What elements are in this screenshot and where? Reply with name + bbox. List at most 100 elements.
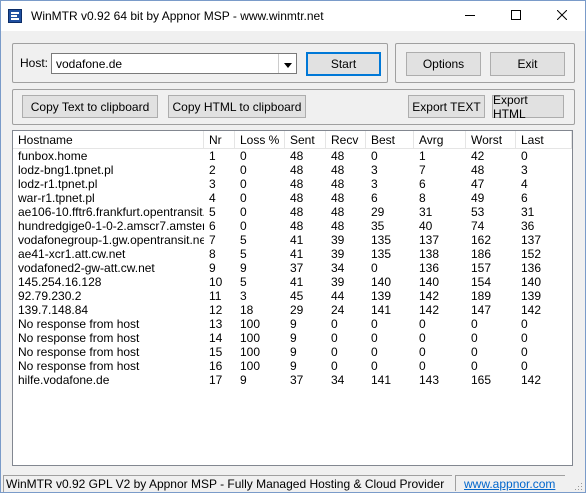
copy-html-button[interactable]: Copy HTML to clipboard xyxy=(168,95,306,118)
col-sent-cell: 9 xyxy=(290,359,297,373)
col-recv-cell: 0 xyxy=(331,331,338,345)
col-loss-cell: 18 xyxy=(240,303,254,317)
col-best-header[interactable]: Best xyxy=(366,131,414,148)
col-recv-cell: 48 xyxy=(331,219,345,233)
col-nr-cell: 17 xyxy=(209,373,223,387)
col-nr-cell: 1 xyxy=(209,149,216,163)
col-recv-cell: 39 xyxy=(331,233,345,247)
col-sent-cell: 48 xyxy=(290,219,304,233)
col-hostname-cell: No response from host xyxy=(18,359,140,373)
col-loss-cell: 0 xyxy=(240,177,247,191)
col-nr-cell: 9 xyxy=(209,261,216,275)
title-bar[interactable]: WinMTR v0.92 64 bit by Appnor MSP - www.… xyxy=(1,1,585,31)
col-avrg-cell: 40 xyxy=(419,219,433,233)
col-loss-cell: 5 xyxy=(240,233,247,247)
table-row[interactable]: 92.79.230.2 11 3 45 44 139 142 189 139 xyxy=(13,289,572,303)
table-row[interactable]: ae41-xcr1.att.cw.net 8 5 41 39 135 138 186 152 xyxy=(13,247,572,261)
table-row[interactable]: No response from host 14 100 9 0 0 0 0 0 xyxy=(13,331,572,345)
maximize-button[interactable] xyxy=(493,1,539,31)
host-input[interactable] xyxy=(54,55,278,72)
col-best-cell: 6 xyxy=(371,191,378,205)
host-combo[interactable] xyxy=(51,53,297,74)
results-list[interactable]: Hostname Nr Loss % Sent Recv Best Avrg Worst Las… xyxy=(12,130,573,466)
col-avrg-cell: 140 xyxy=(419,275,440,289)
copy-text-button[interactable]: Copy Text to clipboard xyxy=(22,95,158,118)
col-avrg-cell: 0 xyxy=(419,331,426,345)
options-button[interactable]: Options xyxy=(406,52,481,76)
col-avrg-cell: 137 xyxy=(419,233,440,247)
col-last-header[interactable]: Last xyxy=(516,131,572,148)
col-nr-cell: 2 xyxy=(209,163,216,177)
table-row[interactable]: No response from host 13 100 9 0 0 0 0 0 xyxy=(13,317,572,331)
col-sent-cell: 48 xyxy=(290,177,304,191)
table-row[interactable]: vodafoned2-gw-att.cw.net 9 9 37 34 0 136 157 136 xyxy=(13,261,572,275)
table-row[interactable]: 139.7.148.84 12 18 29 24 141 142 147 142 xyxy=(13,303,572,317)
col-best-cell: 0 xyxy=(371,149,378,163)
status-text: WinMTR v0.92 GPL V2 by Appnor MSP - Full… xyxy=(3,475,452,492)
close-button[interactable] xyxy=(539,1,585,31)
col-nr-cell: 3 xyxy=(209,177,216,191)
col-best-cell: 140 xyxy=(371,275,392,289)
col-hostname-cell: hundredgige0-1-0-2.amscr7.amsterda... xyxy=(18,219,204,233)
col-avrg-cell: 7 xyxy=(419,163,426,177)
col-loss-cell: 9 xyxy=(240,373,247,387)
col-worst-header[interactable]: Worst xyxy=(466,131,516,148)
table-row[interactable]: lodz-r1.tpnet.pl 3 0 48 48 3 6 47 4 xyxy=(13,177,572,191)
minimize-icon xyxy=(465,9,475,23)
col-hostname-header[interactable]: Hostname xyxy=(13,131,204,148)
col-hostname-cell: vodafonegroup-1.gw.opentransit.net xyxy=(18,233,204,247)
col-last-cell: 0 xyxy=(521,149,528,163)
col-last-cell: 0 xyxy=(521,345,528,359)
export-html-button[interactable]: Export HTML xyxy=(492,93,564,121)
host-label: Host: xyxy=(20,56,49,70)
col-nr-header[interactable]: Nr xyxy=(204,131,235,148)
table-row[interactable]: 145.254.16.128 10 5 41 39 140 140 154 140 xyxy=(13,275,572,289)
col-avrg-cell: 142 xyxy=(419,289,440,303)
col-worst-cell: 147 xyxy=(471,303,492,317)
col-recv-cell: 34 xyxy=(331,261,345,275)
col-nr-cell: 12 xyxy=(209,303,223,317)
table-row[interactable]: war-r1.tpnet.pl 4 0 48 48 6 8 49 6 xyxy=(13,191,572,205)
minimize-button[interactable] xyxy=(447,1,493,31)
col-avrg-cell: 31 xyxy=(419,205,433,219)
table-row[interactable]: No response from host 15 100 9 0 0 0 0 0 xyxy=(13,345,572,359)
col-nr-cell: 5 xyxy=(209,205,216,219)
table-row[interactable]: funbox.home 1 0 48 48 0 1 42 0 xyxy=(13,149,572,163)
appnor-link[interactable]: www.appnor.com xyxy=(455,475,565,491)
col-avrg-header[interactable]: Avrg xyxy=(414,131,466,148)
col-avrg-cell: 143 xyxy=(419,373,440,387)
table-row[interactable]: hilfe.vodafone.de 17 9 37 34 141 143 165 142 xyxy=(13,373,572,387)
col-sent-cell: 48 xyxy=(290,163,304,177)
col-worst-cell: 74 xyxy=(471,219,485,233)
col-sent-cell: 37 xyxy=(290,373,304,387)
col-best-cell: 0 xyxy=(371,261,378,275)
col-worst-cell: 154 xyxy=(471,275,492,289)
col-last-cell: 140 xyxy=(521,275,542,289)
col-last-cell: 142 xyxy=(521,373,542,387)
col-best-cell: 3 xyxy=(371,163,378,177)
table-row[interactable]: ae106-10.fftr6.frankfurt.opentransit.net… xyxy=(13,205,572,219)
export-text-button[interactable]: Export TEXT xyxy=(408,95,485,118)
table-row[interactable]: vodafonegroup-1.gw.opentransit.net 7 5 41 39… xyxy=(13,233,572,247)
col-avrg-cell: 142 xyxy=(419,303,440,317)
col-recv-header[interactable]: Recv xyxy=(326,131,366,148)
list-header: Hostname Nr Loss % Sent Recv Best Avrg Worst Las… xyxy=(13,131,572,149)
col-sent-header[interactable]: Sent xyxy=(285,131,326,148)
exit-button[interactable]: Exit xyxy=(490,52,565,76)
col-recv-cell: 39 xyxy=(331,247,345,261)
col-worst-cell: 0 xyxy=(471,345,478,359)
col-sent-cell: 37 xyxy=(290,261,304,275)
start-button[interactable]: Start xyxy=(306,52,381,76)
col-recv-cell: 34 xyxy=(331,373,345,387)
col-nr-cell: 6 xyxy=(209,219,216,233)
table-row[interactable]: lodz-bng1.tpnet.pl 2 0 48 48 3 7 48 3 xyxy=(13,163,572,177)
col-loss-header[interactable]: Loss % xyxy=(235,131,285,148)
resize-grip-icon[interactable] xyxy=(573,480,583,490)
col-nr-cell: 13 xyxy=(209,317,223,331)
host-dropdown-button[interactable] xyxy=(278,54,296,73)
col-recv-cell: 0 xyxy=(331,345,338,359)
table-row[interactable]: hundredgige0-1-0-2.amscr7.amsterda... 6 0 4… xyxy=(13,219,572,233)
col-avrg-cell: 136 xyxy=(419,261,440,275)
col-best-cell: 141 xyxy=(371,303,392,317)
table-row[interactable]: No response from host 16 100 9 0 0 0 0 0 xyxy=(13,359,572,373)
